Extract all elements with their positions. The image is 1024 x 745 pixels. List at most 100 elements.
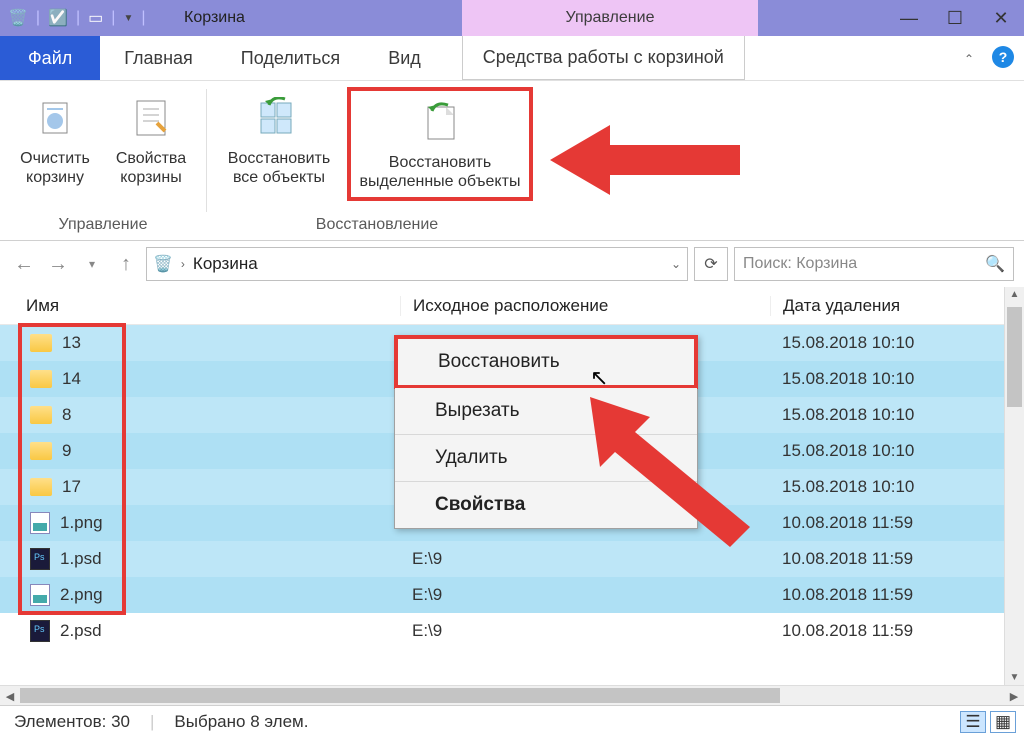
folder-icon — [30, 478, 52, 496]
recycle-bin-empty-icon — [31, 95, 79, 139]
folder-icon — [30, 334, 52, 352]
file-name: 2.psd — [60, 621, 102, 641]
ribbon-group-restore: Восстановить все объекты Восстановитьвыде… — [207, 81, 547, 240]
file-name: 9 — [62, 441, 71, 461]
vertical-scrollbar[interactable]: ▲ ▼ — [1004, 287, 1024, 685]
ribbon: Очистить корзину Свойства корзины Управлен… — [0, 81, 1024, 241]
psd-icon — [30, 548, 50, 570]
qat-dropdown-icon[interactable]: ▼ — [123, 13, 133, 24]
tab-share[interactable]: Поделиться — [217, 36, 364, 80]
minimize-button[interactable]: — — [886, 0, 932, 36]
png-icon — [30, 584, 50, 606]
file-date: 15.08.2018 10:10 — [770, 369, 1024, 389]
scrollbar-thumb[interactable] — [20, 688, 780, 703]
history-dropdown[interactable]: ▾ — [78, 250, 106, 278]
folder-icon — [30, 442, 52, 460]
breadcrumb-location[interactable]: Корзина — [193, 254, 258, 274]
table-row[interactable]: 2.psdE:\910.08.2018 11:59 — [0, 613, 1024, 649]
properties-sheet-icon — [127, 95, 175, 139]
file-date: 15.08.2018 10:10 — [770, 477, 1024, 497]
png-icon — [30, 512, 50, 534]
label: корзину — [26, 169, 84, 186]
collapse-ribbon-icon[interactable]: ⌃ — [964, 52, 974, 66]
label: корзины — [120, 169, 181, 186]
column-headers: Имя Исходное расположение Дата удаления — [0, 287, 1024, 325]
annotation-arrow-icon — [550, 115, 750, 205]
file-name: 14 — [62, 369, 81, 389]
ribbon-group-manage: Очистить корзину Свойства корзины Управлен… — [0, 81, 206, 240]
tab-home[interactable]: Главная — [100, 36, 217, 80]
annotation-arrow-icon — [580, 387, 780, 547]
scroll-left-icon[interactable]: ◀ — [0, 686, 20, 706]
recycle-bin-icon: 🗑️ — [153, 254, 173, 274]
label: все объекты — [233, 169, 325, 186]
quick-access-toolbar: 🗑️ | ☑️ | ▭ | ▼ | — [0, 8, 154, 28]
file-date: 15.08.2018 10:10 — [770, 405, 1024, 425]
horizontal-scrollbar[interactable]: ◀ ▶ — [0, 685, 1024, 705]
status-item-count: Элементов: 30 — [14, 712, 130, 732]
menubar: Файл Главная Поделиться Вид Средства раб… — [0, 36, 1024, 81]
column-header-date[interactable]: Дата удаления — [770, 296, 1024, 316]
ribbon-group-label: Восстановление — [207, 216, 547, 234]
address-bar[interactable]: 🗑️ › Корзина ⌄ — [146, 247, 688, 281]
statusbar: Элементов: 30 | Выбрано 8 элем. ☰ ▦ — [0, 705, 1024, 737]
chevron-down-icon[interactable]: ⌄ — [671, 257, 681, 271]
back-button[interactable]: ← — [10, 250, 38, 278]
recycle-bin-properties-button[interactable]: Свойства корзины — [106, 87, 196, 187]
restore-selected-icon — [416, 99, 464, 143]
view-thumbnails-button[interactable]: ▦ — [990, 711, 1016, 733]
properties-qat-icon[interactable]: ☑️ — [48, 8, 68, 28]
view-details-button[interactable]: ☰ — [960, 711, 986, 733]
titlebar: 🗑️ | ☑️ | ▭ | ▼ | Корзина Управление — ☐… — [0, 0, 1024, 36]
close-button[interactable]: ✕ — [978, 0, 1024, 36]
folder-icon — [30, 370, 52, 388]
table-row[interactable]: 2.png E:\910.08.2018 11:59 — [0, 577, 1024, 613]
file-date: 10.08.2018 11:59 — [770, 513, 1024, 533]
tab-view[interactable]: Вид — [364, 36, 445, 80]
scrollbar-thumb[interactable] — [1007, 307, 1022, 407]
ribbon-group-label: Управление — [0, 216, 206, 234]
scroll-right-icon[interactable]: ▶ — [1004, 686, 1024, 706]
up-button[interactable]: ↑ — [112, 250, 140, 278]
column-header-location[interactable]: Исходное расположение — [400, 296, 770, 316]
label: Очистить — [20, 150, 90, 167]
label: Восстановить — [228, 150, 330, 167]
file-list: Имя Исходное расположение Дата удаления … — [0, 287, 1024, 685]
cursor-icon: ↖ — [590, 365, 608, 391]
refresh-button[interactable]: ⟳ — [694, 247, 728, 281]
forward-button[interactable]: → — [44, 250, 72, 278]
file-date: 15.08.2018 10:10 — [770, 441, 1024, 461]
ribbon-context-title: Управление — [462, 0, 758, 36]
tab-file[interactable]: Файл — [0, 36, 100, 80]
column-header-name[interactable]: Имя — [0, 296, 400, 316]
search-input[interactable]: Поиск: Корзина 🔍 — [734, 247, 1014, 281]
file-date: 10.08.2018 11:59 — [770, 549, 1024, 569]
qat-icon[interactable]: ▭ — [88, 8, 103, 28]
search-placeholder: Поиск: Корзина — [743, 255, 857, 273]
psd-icon — [30, 620, 50, 642]
address-bar-row: ← → ▾ ↑ 🗑️ › Корзина ⌄ ⟳ Поиск: Корзина … — [0, 241, 1024, 287]
restore-all-icon — [255, 95, 303, 139]
table-row[interactable]: 1.psdE:\910.08.2018 11:59 — [0, 541, 1024, 577]
file-date: 15.08.2018 10:10 — [770, 333, 1024, 353]
tab-recycle-bin-tools[interactable]: Средства работы с корзиной — [462, 36, 745, 80]
file-date: 10.08.2018 11:59 — [770, 621, 1024, 641]
help-button[interactable]: ? — [992, 46, 1014, 68]
label: Восстановить — [389, 154, 491, 171]
file-name: 2.png — [60, 585, 103, 605]
empty-recycle-bin-button[interactable]: Очистить корзину — [10, 87, 100, 187]
file-date: 10.08.2018 11:59 — [770, 585, 1024, 605]
label: Свойства — [116, 150, 186, 167]
file-name: 8 — [62, 405, 71, 425]
file-location: E:\9 — [400, 549, 770, 569]
folder-icon — [30, 406, 52, 424]
file-location: E:\9 — [400, 585, 770, 605]
recycle-bin-icon[interactable]: 🗑️ — [8, 8, 28, 28]
search-icon: 🔍 — [985, 254, 1005, 274]
window-title: Корзина — [184, 9, 245, 27]
restore-selected-button[interactable]: Восстановитьвыделенные объекты — [347, 87, 533, 201]
maximize-button[interactable]: ☐ — [932, 0, 978, 36]
restore-all-button[interactable]: Восстановить все объекты — [217, 87, 341, 187]
context-menu-restore[interactable]: Восстановить — [394, 335, 698, 389]
file-name: 17 — [62, 477, 81, 497]
